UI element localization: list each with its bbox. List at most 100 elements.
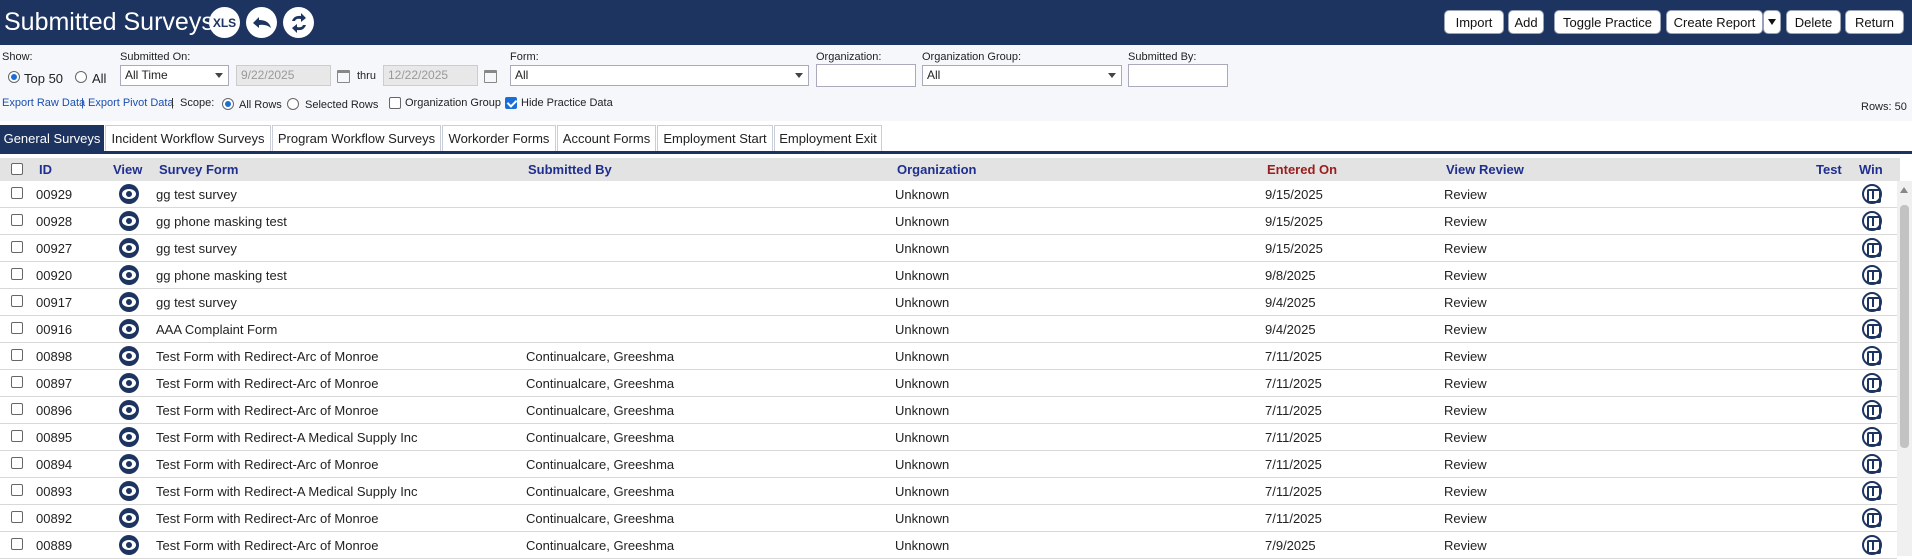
- table-row[interactable]: 00928 gg phone masking test Unknown 9/15/20…: [0, 208, 1897, 235]
- import-button[interactable]: Import: [1444, 10, 1504, 34]
- col-organization[interactable]: Organization: [897, 162, 976, 177]
- refresh-icon[interactable]: [283, 7, 314, 38]
- row-checkbox[interactable]: [11, 322, 23, 334]
- col-test[interactable]: Test: [1816, 162, 1842, 177]
- row-review-link[interactable]: Review: [1444, 268, 1487, 283]
- table-row[interactable]: 00895 Test Form with Redirect-A Medical S…: [0, 424, 1897, 451]
- hide-practice-checkbox[interactable]: [505, 97, 517, 109]
- all-radio[interactable]: [75, 71, 87, 83]
- add-button[interactable]: Add: [1508, 10, 1544, 34]
- open-window-icon[interactable]: [1862, 319, 1882, 339]
- tab-program-workflow-surveys[interactable]: Program Workflow Surveys: [272, 125, 441, 151]
- table-row[interactable]: 00892 Test Form with Redirect-Arc of Monr…: [0, 505, 1897, 532]
- calendar-icon[interactable]: [337, 70, 350, 83]
- table-row[interactable]: 00889 Test Form with Redirect-Arc of Monr…: [0, 532, 1897, 559]
- view-eye-icon[interactable]: [119, 292, 139, 312]
- view-eye-icon[interactable]: [119, 211, 139, 231]
- table-row[interactable]: 00920 gg phone masking test Unknown 9/8/202…: [0, 262, 1897, 289]
- row-review-link[interactable]: Review: [1444, 403, 1487, 418]
- submitted-on-select[interactable]: All Time: [120, 65, 229, 86]
- row-review-link[interactable]: Review: [1444, 430, 1487, 445]
- open-window-icon[interactable]: [1862, 238, 1882, 258]
- row-checkbox[interactable]: [11, 214, 23, 226]
- row-review-link[interactable]: Review: [1444, 349, 1487, 364]
- row-review-link[interactable]: Review: [1444, 376, 1487, 391]
- create-report-dropdown[interactable]: [1763, 10, 1781, 34]
- open-window-icon[interactable]: [1862, 346, 1882, 366]
- row-review-link[interactable]: Review: [1444, 484, 1487, 499]
- row-review-link[interactable]: Review: [1444, 538, 1487, 553]
- row-checkbox[interactable]: [11, 538, 23, 550]
- view-eye-icon[interactable]: [119, 400, 139, 420]
- view-eye-icon[interactable]: [119, 265, 139, 285]
- open-window-icon[interactable]: [1862, 427, 1882, 447]
- row-checkbox[interactable]: [11, 241, 23, 253]
- submitted-by-input[interactable]: [1128, 64, 1228, 87]
- view-eye-icon[interactable]: [119, 184, 139, 204]
- table-row[interactable]: 00893 Test Form with Redirect-A Medical S…: [0, 478, 1897, 505]
- select-all-checkbox[interactable]: [11, 163, 23, 175]
- tab-account-forms[interactable]: Account Forms: [557, 125, 656, 151]
- col-survey-form[interactable]: Survey Form: [159, 162, 238, 177]
- row-checkbox[interactable]: [11, 187, 23, 199]
- table-row[interactable]: 00929 gg test survey Unknown 9/15/2025 Revie…: [0, 181, 1897, 208]
- open-window-icon[interactable]: [1862, 508, 1882, 528]
- table-row[interactable]: 00916 AAA Complaint Form Unknown 9/4/2025 Re…: [0, 316, 1897, 343]
- row-checkbox[interactable]: [11, 349, 23, 361]
- open-window-icon[interactable]: [1862, 292, 1882, 312]
- vertical-scrollbar[interactable]: [1897, 181, 1912, 556]
- open-window-icon[interactable]: [1862, 373, 1882, 393]
- col-submitted-by[interactable]: Submitted By: [528, 162, 612, 177]
- date-from-input[interactable]: 9/22/2025: [236, 65, 331, 86]
- view-eye-icon[interactable]: [119, 373, 139, 393]
- calendar-icon[interactable]: [484, 70, 497, 83]
- organization-input[interactable]: [816, 64, 916, 87]
- undo-icon[interactable]: [246, 7, 277, 38]
- tab-employment-exit[interactable]: Employment Exit: [774, 125, 882, 151]
- table-row[interactable]: 00927 gg test survey Unknown 9/15/2025 Revie…: [0, 235, 1897, 262]
- open-window-icon[interactable]: [1862, 454, 1882, 474]
- open-window-icon[interactable]: [1862, 535, 1882, 555]
- row-checkbox[interactable]: [11, 511, 23, 523]
- tab-workorder-forms[interactable]: Workorder Forms: [442, 125, 556, 151]
- open-window-icon[interactable]: [1862, 400, 1882, 420]
- all-rows-radio[interactable]: [222, 98, 234, 110]
- view-eye-icon[interactable]: [119, 238, 139, 258]
- delete-button[interactable]: Delete: [1786, 10, 1841, 34]
- table-row[interactable]: 00917 gg test survey Unknown 9/4/2025 Review: [0, 289, 1897, 316]
- row-review-link[interactable]: Review: [1444, 322, 1487, 337]
- top50-radio[interactable]: [8, 71, 20, 83]
- row-checkbox[interactable]: [11, 430, 23, 442]
- open-window-icon[interactable]: [1862, 265, 1882, 285]
- org-group-select[interactable]: All: [922, 65, 1122, 86]
- row-checkbox[interactable]: [11, 457, 23, 469]
- row-review-link[interactable]: Review: [1444, 295, 1487, 310]
- tab-employment-start[interactable]: Employment Start: [657, 125, 773, 151]
- open-window-icon[interactable]: [1862, 211, 1882, 231]
- view-eye-icon[interactable]: [119, 319, 139, 339]
- col-id[interactable]: ID: [39, 162, 52, 177]
- form-select[interactable]: All: [510, 65, 809, 86]
- export-pivot-link[interactable]: Export Pivot Data: [88, 97, 174, 109]
- view-eye-icon[interactable]: [119, 427, 139, 447]
- export-raw-link[interactable]: Export Raw Data: [2, 97, 85, 109]
- row-checkbox[interactable]: [11, 268, 23, 280]
- row-checkbox[interactable]: [11, 295, 23, 307]
- table-row[interactable]: 00896 Test Form with Redirect-Arc of Monr…: [0, 397, 1897, 424]
- view-eye-icon[interactable]: [119, 346, 139, 366]
- col-entered-on[interactable]: Entered On: [1267, 162, 1337, 177]
- row-checkbox[interactable]: [11, 484, 23, 496]
- row-review-link[interactable]: Review: [1444, 187, 1487, 202]
- table-row[interactable]: 00897 Test Form with Redirect-Arc of Monr…: [0, 370, 1897, 397]
- date-to-input[interactable]: 12/22/2025: [383, 65, 478, 86]
- row-review-link[interactable]: Review: [1444, 241, 1487, 256]
- tab-general-surveys[interactable]: General Surveys: [0, 125, 104, 151]
- scroll-thumb[interactable]: [1900, 205, 1909, 448]
- org-group-checkbox[interactable]: [389, 97, 401, 109]
- table-row[interactable]: 00898 Test Form with Redirect-Arc of Monr…: [0, 343, 1897, 370]
- selected-rows-radio[interactable]: [287, 98, 299, 110]
- view-eye-icon[interactable]: [119, 535, 139, 555]
- return-button[interactable]: Return: [1845, 10, 1904, 34]
- row-checkbox[interactable]: [11, 403, 23, 415]
- row-review-link[interactable]: Review: [1444, 214, 1487, 229]
